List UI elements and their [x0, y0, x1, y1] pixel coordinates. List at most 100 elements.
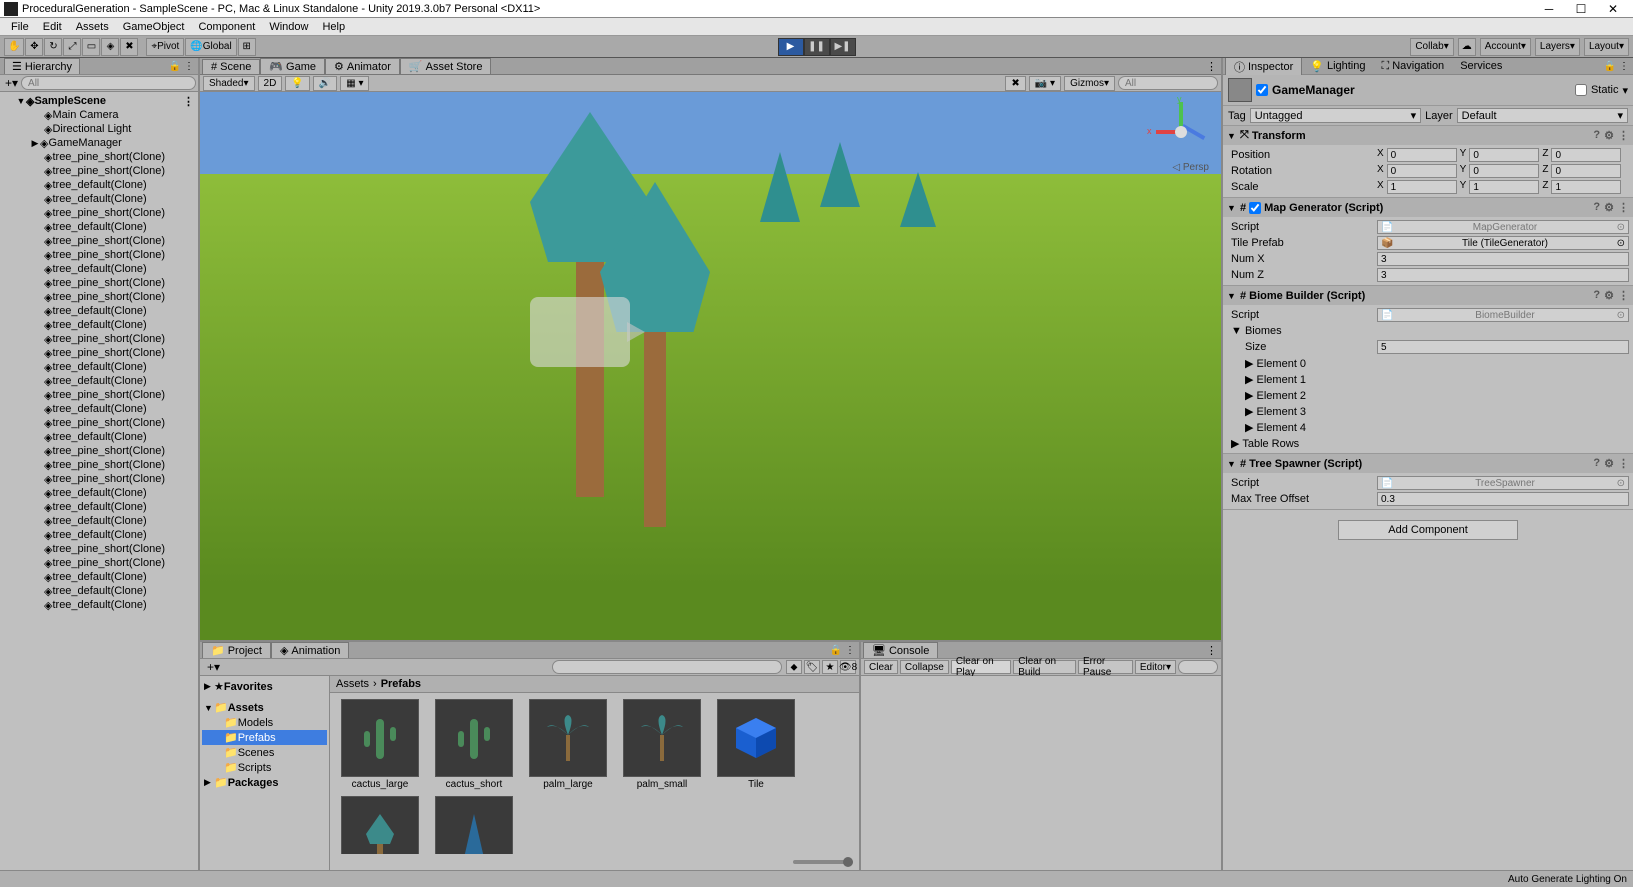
hand-tool-button[interactable]: ✋: [4, 38, 24, 56]
hierarchy-item[interactable]: ◈ tree_pine_short(Clone): [0, 290, 198, 304]
menu-help[interactable]: Help: [315, 21, 352, 33]
hierarchy-item[interactable]: ◈ Main Camera: [0, 108, 198, 122]
hierarchy-tab[interactable]: ☰ Hierarchy: [4, 58, 80, 74]
add-component-button[interactable]: Add Component: [1338, 520, 1518, 540]
assets-folder[interactable]: ▼📁 Assets: [202, 700, 327, 715]
projection-label[interactable]: ◁ Persp: [1172, 162, 1209, 173]
maximize-button[interactable]: ☐: [1565, 1, 1597, 17]
scene-tool-x[interactable]: ✖: [1005, 76, 1025, 91]
hierarchy-item[interactable]: ◈ tree_default(Clone): [0, 500, 198, 514]
object-picker-icon[interactable]: ⊙: [1617, 238, 1625, 249]
console-menu-icon[interactable]: ⋮: [1206, 644, 1217, 657]
hierarchy-lock-icon[interactable]: 🔒 ⋮: [169, 61, 194, 72]
packages-folder[interactable]: ▶📁 Packages: [202, 775, 327, 790]
tab-game[interactable]: 🎮 Game: [260, 58, 325, 74]
console-body[interactable]: [861, 676, 1221, 870]
hierarchy-item[interactable]: ◈ tree_default(Clone): [0, 262, 198, 276]
project-lock-icon[interactable]: 🔒 ⋮: [830, 645, 855, 656]
transform-tool-button[interactable]: ◈: [101, 38, 119, 56]
hierarchy-item[interactable]: ◈ tree_default(Clone): [0, 402, 198, 416]
hierarchy-item[interactable]: ◈ tree_pine_short(Clone): [0, 458, 198, 472]
gizmo-y-axis[interactable]: [1179, 102, 1183, 127]
object-picker-icon[interactable]: ⊙: [1617, 478, 1625, 489]
collab-dropdown[interactable]: Collab ▾: [1410, 38, 1453, 56]
breadcrumb-prefabs[interactable]: Prefabs: [381, 678, 421, 690]
play-button[interactable]: ▶: [778, 38, 804, 56]
close-button[interactable]: ✕: [1597, 1, 1629, 17]
layers-dropdown[interactable]: Layers ▾: [1535, 38, 1580, 56]
gameobject-active-checkbox[interactable]: [1256, 84, 1268, 96]
scale-x-input[interactable]: [1387, 180, 1457, 194]
account-dropdown[interactable]: Account ▾: [1480, 38, 1531, 56]
rect-tool-button[interactable]: ▭: [82, 38, 100, 56]
rotation-z-input[interactable]: [1551, 164, 1621, 178]
hierarchy-item[interactable]: ◈ tree_default(Clone): [0, 374, 198, 388]
scale-z-input[interactable]: [1551, 180, 1621, 194]
hierarchy-item[interactable]: ◈ tree_pine_short(Clone): [0, 276, 198, 290]
object-picker-icon[interactable]: ⊙: [1617, 222, 1625, 233]
scene-audio-toggle[interactable]: 🔊: [313, 76, 337, 91]
asset-item[interactable]: cactus_large: [336, 699, 424, 790]
biome-element-label[interactable]: ▶ Element 1: [1227, 373, 1377, 386]
biome-element-label[interactable]: ▶ Element 2: [1227, 389, 1377, 402]
hierarchy-item[interactable]: ◈ tree_pine_short(Clone): [0, 556, 198, 570]
table-rows-label[interactable]: ▶ Table Rows: [1227, 437, 1377, 450]
hierarchy-item[interactable]: ◈ tree_pine_short(Clone): [0, 472, 198, 486]
minimize-button[interactable]: ─: [1533, 1, 1565, 17]
search-by-type-button[interactable]: ⬥: [786, 660, 802, 674]
pause-button[interactable]: ❚❚: [804, 38, 830, 56]
tab-asset-store[interactable]: 🛒 Asset Store: [400, 58, 492, 74]
hierarchy-item[interactable]: ◈ tree_default(Clone): [0, 178, 198, 192]
tree-spawner-header[interactable]: ▼ # Tree Spawner (Script) ?⚙⋮: [1223, 454, 1633, 473]
max-offset-input[interactable]: [1377, 492, 1629, 506]
pivot-toggle[interactable]: ⌖ Pivot: [146, 38, 184, 56]
biome-builder-header[interactable]: ▼ # Biome Builder (Script) ?⚙⋮: [1223, 286, 1633, 305]
help-icon[interactable]: ?: [1593, 289, 1600, 302]
hierarchy-item[interactable]: ◈ tree_default(Clone): [0, 430, 198, 444]
2d-toggle[interactable]: 2D: [258, 76, 283, 91]
hierarchy-item[interactable]: ◈ tree_default(Clone): [0, 360, 198, 374]
map-generator-header[interactable]: ▼ # Map Generator (Script) ?⚙⋮: [1223, 198, 1633, 217]
scene-camera-settings[interactable]: 📷 ▾: [1029, 76, 1061, 91]
hierarchy-scene-root[interactable]: ▼ ◈ SampleScene ⋮: [0, 94, 198, 108]
console-clear-on-play-button[interactable]: Clear on Play: [951, 660, 1011, 674]
asset-item[interactable]: [430, 796, 518, 854]
inspector-lock-icon[interactable]: 🔒 ⋮: [1604, 61, 1629, 72]
position-x-input[interactable]: [1387, 148, 1457, 162]
gizmo-center[interactable]: [1175, 126, 1187, 138]
folder-models[interactable]: 📁 Models: [202, 715, 327, 730]
asset-item[interactable]: palm_large: [524, 699, 612, 790]
asset-grid[interactable]: cactus_largecactus_shortpalm_largepalm_s…: [330, 693, 859, 854]
breadcrumb-assets[interactable]: Assets: [336, 678, 369, 690]
hierarchy-item[interactable]: ◈ tree_default(Clone): [0, 486, 198, 500]
menu-file[interactable]: File: [4, 21, 36, 33]
console-collapse-button[interactable]: Collapse: [900, 660, 949, 674]
hierarchy-item[interactable]: ◈ tree_default(Clone): [0, 514, 198, 528]
cloud-button[interactable]: ☁: [1458, 38, 1476, 56]
hierarchy-item[interactable]: ◈ tree_default(Clone): [0, 304, 198, 318]
favorites-folder[interactable]: ▶★ Favorites: [202, 679, 327, 694]
console-error-pause-button[interactable]: Error Pause: [1078, 660, 1133, 674]
component-menu-icon[interactable]: ⋮: [1618, 201, 1629, 214]
hierarchy-item[interactable]: ◈ tree_pine_short(Clone): [0, 416, 198, 430]
tag-dropdown[interactable]: Untagged▾: [1250, 108, 1421, 123]
hierarchy-item[interactable]: ◈ tree_pine_short(Clone): [0, 346, 198, 360]
component-menu-icon[interactable]: ⋮: [1618, 129, 1629, 142]
tab-lighting[interactable]: 💡 Lighting: [1302, 59, 1373, 74]
component-menu-icon[interactable]: ⋮: [1618, 289, 1629, 302]
snap-button[interactable]: ⊞: [238, 38, 256, 56]
custom-tool-button[interactable]: ✖: [120, 38, 138, 56]
hierarchy-item[interactable]: ◈ tree_default(Clone): [0, 192, 198, 206]
move-tool-button[interactable]: ✥: [25, 38, 43, 56]
preset-icon[interactable]: ⚙: [1604, 457, 1614, 470]
tab-inspector[interactable]: ⓘ Inspector: [1225, 58, 1302, 76]
rotation-y-input[interactable]: [1469, 164, 1539, 178]
help-icon[interactable]: ?: [1593, 201, 1600, 214]
hierarchy-item[interactable]: ◈ tree_default(Clone): [0, 528, 198, 542]
hierarchy-item[interactable]: ◈ tree_default(Clone): [0, 584, 198, 598]
hierarchy-item[interactable]: ◈ tree_pine_short(Clone): [0, 206, 198, 220]
rotation-x-input[interactable]: [1387, 164, 1457, 178]
hierarchy-item[interactable]: ◈ tree_pine_short(Clone): [0, 164, 198, 178]
scale-tool-button[interactable]: ⤢: [63, 38, 81, 56]
scene-menu-icon[interactable]: ⋮: [183, 95, 194, 108]
